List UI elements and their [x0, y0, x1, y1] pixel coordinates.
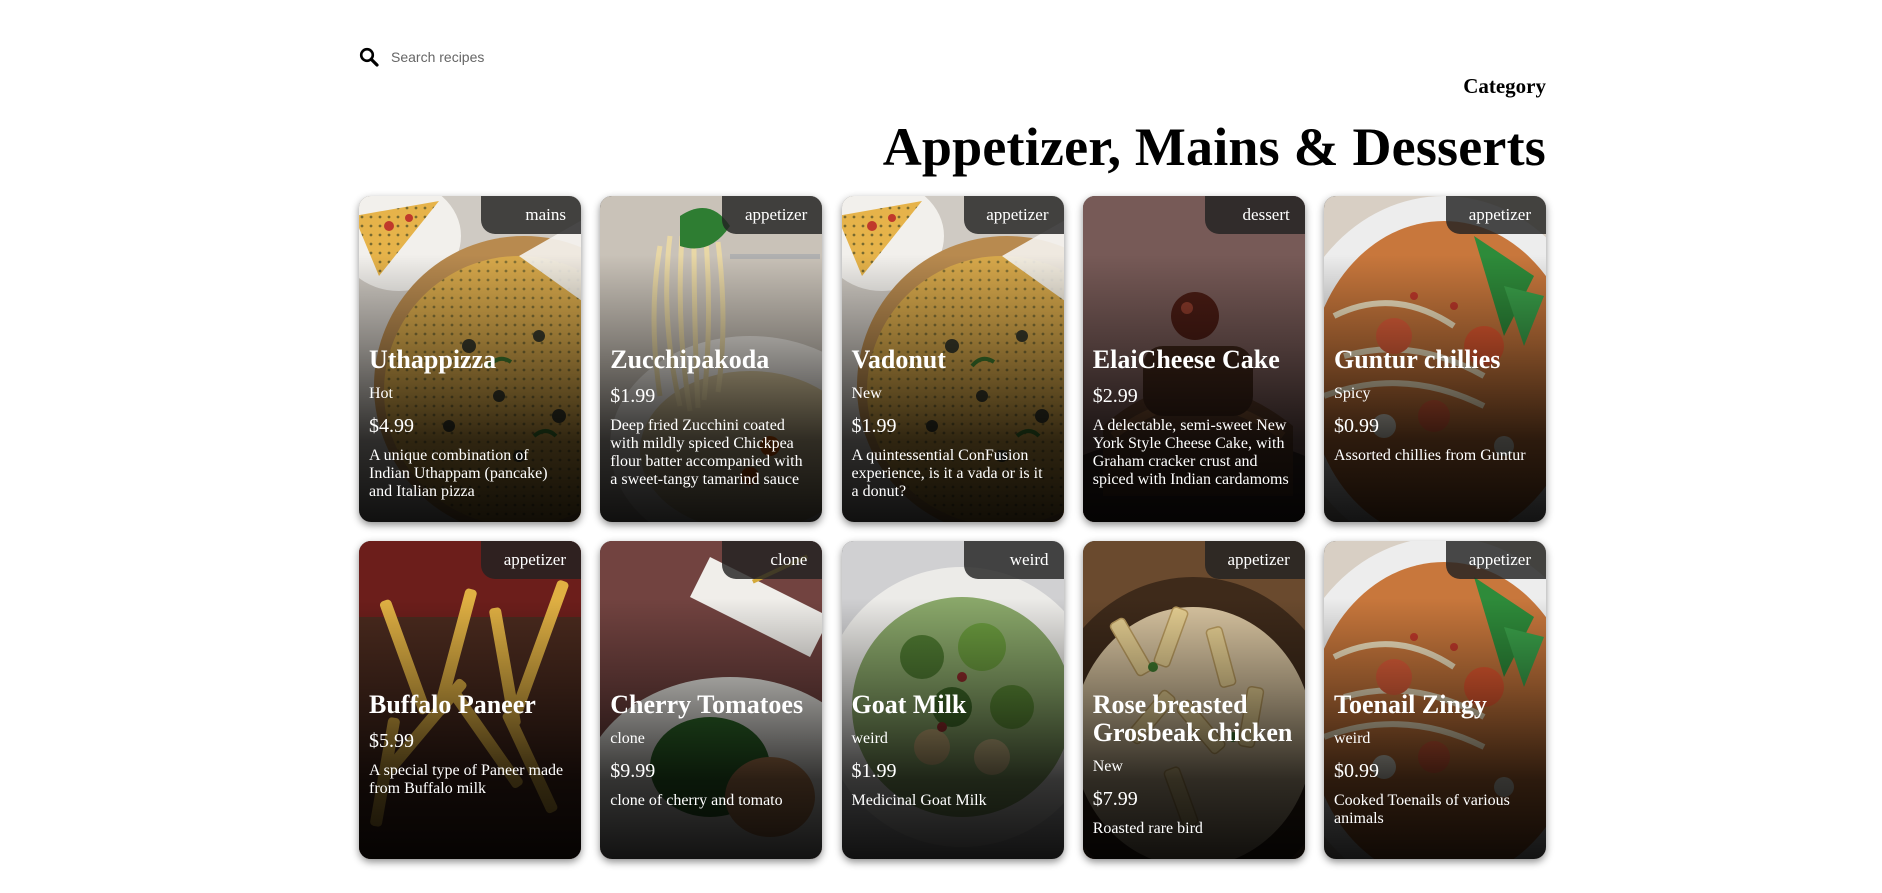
dish-description: Assorted chillies from Guntur [1334, 447, 1526, 464]
dish-price: $0.99 [1334, 415, 1379, 437]
recipes-page: Category Appetizer, Mains & Desserts mai… [359, 0, 1546, 893]
dish-label: clone [610, 730, 645, 747]
category-tag: mains [481, 196, 581, 234]
category-tag: dessert [1204, 196, 1305, 234]
dish-name: Uthappizza [369, 345, 497, 374]
dish-description: Medicinal Goat Milk [851, 792, 987, 809]
search-input[interactable] [391, 49, 651, 65]
dish-price: $7.99 [1092, 788, 1138, 810]
dish-label: Spicy [1334, 385, 1371, 402]
dish-description: clone of cherry and tomato [610, 792, 783, 809]
search-bar [359, 42, 651, 72]
card-body: Cherry Tomatoes clone $9.99 clone of cherry… [610, 691, 812, 810]
dish-price: $1.99 [851, 760, 897, 782]
dish-name: Buffalo Paneer [369, 690, 536, 719]
category-heading: Category [1463, 74, 1546, 98]
dish-price: $1.99 [610, 385, 656, 407]
dish-label: Hot [369, 385, 393, 402]
dish-price: $2.99 [1092, 385, 1138, 407]
dish-description: A unique combination of Indian Uthappam … [369, 447, 548, 500]
dish-name: Zucchipakoda [610, 345, 770, 374]
card-body: Buffalo Paneer $5.99 A special type of Pan… [369, 691, 571, 798]
dish-name: Vadonut [851, 345, 946, 374]
page-title: Appetizer, Mains & Desserts [882, 117, 1546, 177]
dish-description: Cooked Toenails of various animals [1334, 792, 1510, 827]
dish-name: Rose breasted Grosbeak chicken [1092, 690, 1293, 747]
dish-name: Toenail Zingy [1334, 690, 1487, 719]
category-tag: appetizer [1446, 196, 1546, 234]
recipe-card[interactable]: mains Uthappizza Hot $4.99 A unique combinat… [359, 196, 581, 522]
dish-description: A delectable, semi-sweet New York Style … [1092, 417, 1289, 488]
category-tag: clone [722, 541, 823, 579]
recipe-card[interactable]: appetizer Zucchipakoda $1.99 Deep fried Zuc… [600, 196, 823, 522]
category-tag: appetizer [1204, 541, 1305, 579]
dish-name: ElaiCheese Cake [1092, 345, 1280, 374]
dish-name: Guntur chillies [1334, 345, 1501, 374]
dish-description: A quintessential ConFusion experience, i… [851, 447, 1043, 500]
dish-name: Goat Milk [851, 690, 967, 719]
dish-description: Roasted rare bird [1092, 820, 1203, 837]
dish-label: New [1092, 758, 1123, 775]
dish-label: New [851, 385, 882, 402]
recipe-card[interactable]: weird Goat Milk weird $1.99 Medicinal Goat M… [841, 541, 1064, 859]
category-tag: appetizer [481, 541, 581, 579]
dish-description: A special type of Paneer made from Buffa… [369, 762, 564, 797]
category-tag: weird [963, 541, 1064, 579]
dish-price: $0.99 [1334, 760, 1379, 782]
category-tag: appetizer [963, 196, 1064, 234]
search-icon[interactable] [359, 47, 379, 67]
card-body: Vadonut New $1.99 A quintessential ConFusio… [852, 346, 1054, 501]
recipe-card[interactable]: appetizer Guntur chillies Spicy $0.99 Assort… [1324, 196, 1546, 522]
recipe-card[interactable]: appetizer Buffalo Paneer $5.99 A special ty… [359, 541, 581, 859]
card-body: Toenail Zingy weird $0.99 Cooked Toenails o… [1334, 691, 1536, 828]
recipe-card[interactable]: appetizer Rose breasted Grosbeak chicken N… [1082, 541, 1305, 859]
card-body: Uthappizza Hot $4.99 A unique combination o… [369, 346, 571, 501]
dish-label: weird [1334, 730, 1371, 747]
category-tag: appetizer [1446, 541, 1546, 579]
recipe-grid: mains Uthappizza Hot $4.99 A unique combinat… [359, 196, 1546, 859]
card-body: Rose breasted Grosbeak chicken New $7.99 Ro… [1093, 691, 1295, 838]
card-body: ElaiCheese Cake $2.99 A delectable, semi-s… [1093, 346, 1295, 489]
card-body: Guntur chillies Spicy $0.99 Assorted chilli… [1334, 346, 1536, 465]
recipe-card[interactable]: dessert ElaiCheese Cake $2.99 A delectable,… [1082, 196, 1305, 522]
dish-name: Cherry Tomatoes [610, 690, 804, 719]
dish-price: $9.99 [610, 760, 656, 782]
dish-price: $1.99 [851, 415, 897, 437]
dish-description: Deep fried Zucchini coated with mildly s… [610, 417, 803, 488]
recipe-card[interactable]: clone Cherry Tomatoes clone $9.99 clone of c… [600, 541, 823, 859]
recipe-card[interactable]: appetizer Toenail Zingy weird $0.99 Cooked T… [1324, 541, 1546, 859]
dish-price: $5.99 [369, 730, 414, 752]
card-body: Goat Milk weird $1.99 Medicinal Goat Milk [852, 691, 1054, 810]
dish-label: weird [851, 730, 888, 747]
card-body: Zucchipakoda $1.99 Deep fried Zucchini coa… [610, 346, 812, 489]
recipe-card[interactable]: appetizer Vadonut New $1.99 A quintessential… [841, 196, 1064, 522]
category-tag: appetizer [722, 196, 823, 234]
dish-price: $4.99 [369, 415, 414, 437]
